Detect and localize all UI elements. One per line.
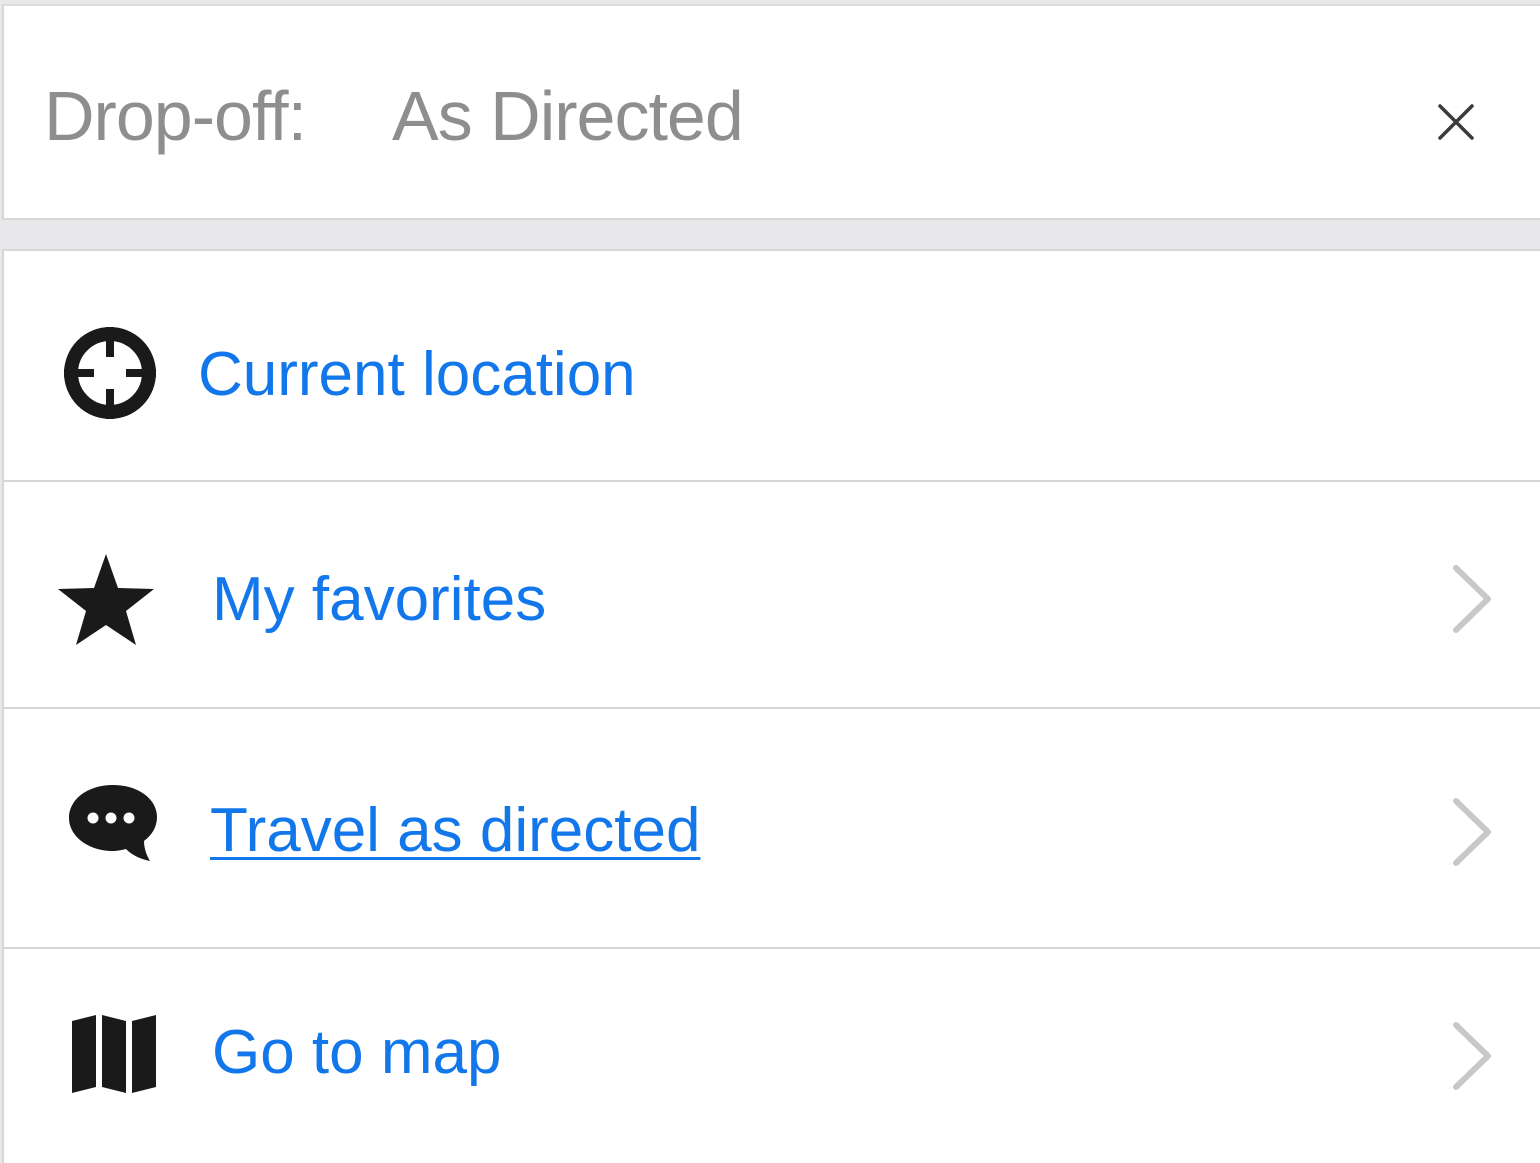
- chat-bubble-icon: [66, 781, 160, 863]
- go-to-map-item[interactable]: Go to map: [4, 949, 1540, 1163]
- drop-off-header: Drop-off: As Directed: [2, 4, 1540, 220]
- star-icon: [56, 552, 156, 646]
- travel-as-directed-item[interactable]: Travel as directed: [4, 709, 1540, 949]
- close-icon: [1438, 104, 1474, 140]
- drop-off-screen: Drop-off: As Directed Current location M…: [0, 0, 1540, 1163]
- map-icon: [72, 1013, 158, 1095]
- travel-as-directed-link[interactable]: Travel as directed: [210, 795, 700, 867]
- current-location-item[interactable]: Current location: [4, 251, 1540, 482]
- go-to-map-label: Go to map: [212, 1018, 502, 1087]
- my-favorites-item[interactable]: My favorites: [4, 482, 1540, 709]
- current-location-label: Current location: [198, 340, 636, 409]
- drop-off-value: As Directed: [392, 77, 744, 155]
- close-button[interactable]: [1424, 90, 1488, 154]
- my-favorites-label: My favorites: [212, 565, 547, 634]
- chevron-right-icon: [1453, 798, 1491, 866]
- location-options-list: Current location My favorites Travel as …: [2, 249, 1540, 1163]
- crosshair-icon: [62, 325, 158, 421]
- chevron-right-icon: [1453, 565, 1491, 633]
- chevron-right-icon: [1453, 1022, 1491, 1090]
- drop-off-label: Drop-off:: [44, 77, 307, 155]
